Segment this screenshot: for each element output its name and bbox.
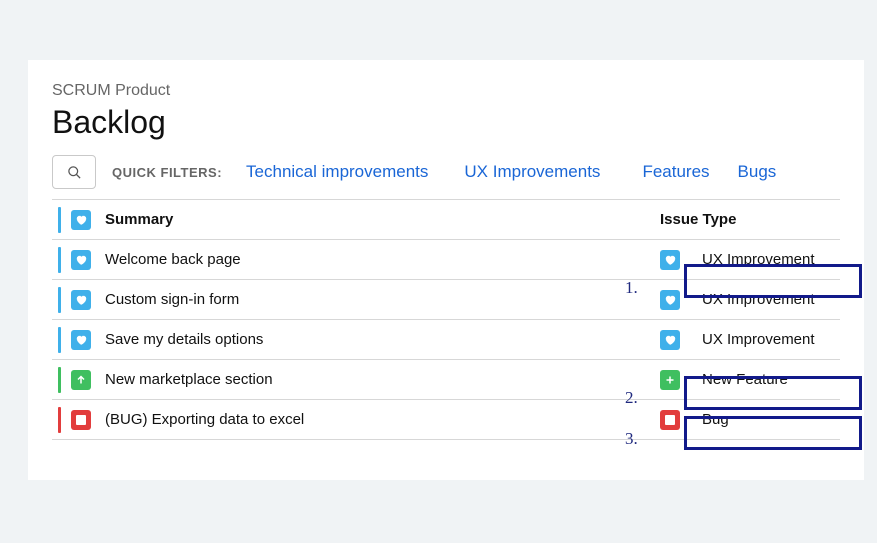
issue-type-cell: New Feature: [660, 370, 840, 390]
issue-type-label: UX Improvement: [702, 291, 815, 308]
search-button[interactable]: [52, 155, 96, 189]
page-title: Backlog: [52, 104, 840, 141]
table-row[interactable]: New marketplace section New Feature: [52, 360, 840, 400]
issue-type-cell: UX Improvement: [660, 250, 840, 270]
issue-type-cell: UX Improvement: [660, 290, 840, 310]
issue-type-label: Bug: [702, 411, 729, 428]
bug-icon: [71, 410, 91, 430]
heart-icon: [660, 290, 680, 310]
heart-icon: [71, 290, 91, 310]
heart-icon: [71, 250, 91, 270]
annotation-3: 3.: [625, 429, 638, 449]
row-stripe: [58, 407, 61, 433]
table-header: Summary Issue Type: [52, 200, 840, 240]
table-row[interactable]: Save my details options UX Improvement: [52, 320, 840, 360]
table-row[interactable]: Custom sign-in form UX Improvement: [52, 280, 840, 320]
quick-filters-bar: QUICK FILTERS: Technical improvements UX…: [52, 155, 840, 189]
issue-type-label: New Feature: [702, 371, 788, 388]
summary-cell: (BUG) Exporting data to excel: [105, 411, 660, 428]
heart-icon: [660, 330, 680, 350]
search-icon: [67, 165, 82, 180]
annotation-2: 2.: [625, 388, 638, 408]
quick-filters-label: QUICK FILTERS:: [112, 165, 222, 180]
issue-type-label: UX Improvement: [702, 331, 815, 348]
summary-cell: Welcome back page: [105, 251, 660, 268]
col-summary: Summary: [105, 211, 660, 228]
table-row[interactable]: Welcome back page UX Improvement: [52, 240, 840, 280]
summary-cell: New marketplace section: [105, 371, 660, 388]
issue-type-cell: Bug: [660, 410, 840, 430]
bug-icon: [660, 410, 680, 430]
row-stripe: [58, 327, 61, 353]
row-stripe: [58, 287, 61, 313]
project-name: SCRUM Product: [52, 82, 840, 100]
col-issue-type: Issue Type: [660, 211, 840, 228]
plus-icon: [660, 370, 680, 390]
filter-ux[interactable]: UX Improvements: [464, 162, 600, 182]
heart-icon: [71, 330, 91, 350]
row-stripe: [58, 367, 61, 393]
annotation-1: 1.: [625, 278, 638, 298]
row-stripe: [58, 247, 61, 273]
row-stripe: [58, 207, 61, 233]
issue-type-label: UX Improvement: [702, 251, 815, 268]
filter-technical[interactable]: Technical improvements: [246, 162, 428, 182]
heart-icon: [71, 210, 91, 230]
heart-icon: [660, 250, 680, 270]
summary-cell: Save my details options: [105, 331, 660, 348]
panel: SCRUM Product Backlog QUICK FILTERS: Tec…: [28, 60, 864, 480]
issue-type-cell: UX Improvement: [660, 330, 840, 350]
arrow-up-icon: [71, 370, 91, 390]
filter-features[interactable]: Features: [642, 162, 709, 182]
filter-bugs[interactable]: Bugs: [738, 162, 777, 182]
backlog-table: Summary Issue Type Welcome back page UX …: [52, 199, 840, 440]
table-row[interactable]: (BUG) Exporting data to excel Bug: [52, 400, 840, 440]
summary-cell: Custom sign-in form: [105, 291, 660, 308]
